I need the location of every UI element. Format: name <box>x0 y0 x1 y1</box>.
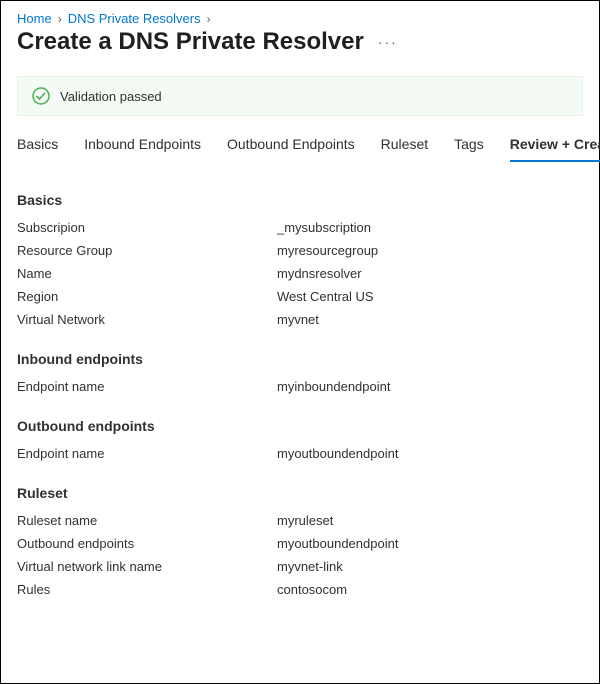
label-vnet-link-name: Virtual network link name <box>17 559 277 574</box>
label-virtual-network: Virtual Network <box>17 312 277 327</box>
page-title: Create a DNS Private Resolver <box>17 28 364 56</box>
tab-inbound-endpoints[interactable]: Inbound Endpoints <box>84 132 201 162</box>
section-title-inbound: Inbound endpoints <box>17 351 583 367</box>
tabs: Basics Inbound Endpoints Outbound Endpoi… <box>17 132 583 162</box>
label-ruleset-name: Ruleset name <box>17 513 277 528</box>
label-name: Name <box>17 266 277 281</box>
value-rules: contosocom <box>277 582 347 597</box>
tab-ruleset[interactable]: Ruleset <box>381 132 428 162</box>
validation-text: Validation passed <box>60 89 162 104</box>
label-region: Region <box>17 289 277 304</box>
value-ruleset-name: myruleset <box>277 513 333 528</box>
chevron-right-icon: › <box>207 12 211 26</box>
label-outbound-endpoint-name: Endpoint name <box>17 446 277 461</box>
breadcrumb: Home › DNS Private Resolvers › <box>17 11 583 26</box>
value-name: mydnsresolver <box>277 266 362 281</box>
tab-review-create[interactable]: Review + Create <box>510 132 600 162</box>
label-ruleset-outbound-endpoints: Outbound endpoints <box>17 536 277 551</box>
value-region: West Central US <box>277 289 374 304</box>
tab-basics[interactable]: Basics <box>17 132 58 162</box>
label-resource-group: Resource Group <box>17 243 277 258</box>
tab-tags[interactable]: Tags <box>454 132 484 162</box>
value-outbound-endpoint-name: myoutboundendpoint <box>277 446 398 461</box>
value-inbound-endpoint-name: myinboundendpoint <box>277 379 390 394</box>
value-vnet-link-name: myvnet-link <box>277 559 343 574</box>
value-subscription: _mysubscription <box>277 220 371 235</box>
label-subscription: Subscripion <box>17 220 277 235</box>
section-title-outbound: Outbound endpoints <box>17 418 583 434</box>
more-actions-button[interactable]: ··· <box>378 35 398 49</box>
value-ruleset-outbound-endpoints: myoutboundendpoint <box>277 536 398 551</box>
validation-banner: Validation passed <box>17 76 583 116</box>
value-virtual-network: myvnet <box>277 312 319 327</box>
section-title-ruleset: Ruleset <box>17 485 583 501</box>
section-title-basics: Basics <box>17 192 583 208</box>
label-rules: Rules <box>17 582 277 597</box>
breadcrumb-home[interactable]: Home <box>17 11 52 26</box>
success-check-icon <box>32 87 50 105</box>
breadcrumb-parent[interactable]: DNS Private Resolvers <box>68 11 201 26</box>
value-resource-group: myresourcegroup <box>277 243 378 258</box>
chevron-right-icon: › <box>58 12 62 26</box>
tab-outbound-endpoints[interactable]: Outbound Endpoints <box>227 132 355 162</box>
label-inbound-endpoint-name: Endpoint name <box>17 379 277 394</box>
